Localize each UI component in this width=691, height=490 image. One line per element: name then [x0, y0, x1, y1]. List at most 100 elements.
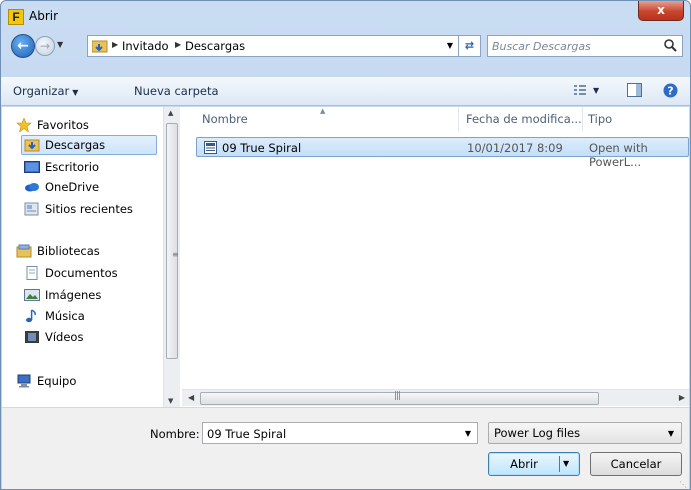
nav-label: Imágenes	[45, 288, 102, 302]
powerlog-file-icon	[204, 141, 217, 154]
open-file-dialog: F Abrir x ← → ▼ ▶ Invitado ▶ Descargas ▼…	[0, 0, 691, 490]
grip-icon: |||	[394, 391, 401, 401]
chevron-down-icon[interactable]: ▼	[465, 429, 471, 438]
navigation-pane[interactable]: Favoritos Descargas Escritorio OneDrive …	[2, 107, 180, 407]
music-icon	[26, 309, 36, 323]
nav-equipo[interactable]: Equipo	[16, 371, 76, 391]
split-separator	[559, 456, 560, 472]
scroll-up-icon[interactable]: ▲	[168, 109, 173, 117]
recent-pages-dropdown-icon[interactable]: ▼	[57, 40, 63, 49]
refresh-button[interactable]: ⇄	[459, 35, 481, 57]
nav-item-videos[interactable]: Vídeos	[24, 327, 83, 347]
file-date: 10/01/2017 8:09	[467, 141, 563, 155]
nav-label: Favoritos	[37, 118, 89, 132]
nav-label: OneDrive	[45, 180, 100, 194]
address-bar[interactable]: ▶ Invitado ▶ Descargas ▼	[87, 35, 459, 57]
open-button-label: Abrir	[510, 457, 538, 471]
nav-label: Bibliotecas	[37, 244, 100, 258]
star-icon	[16, 118, 32, 132]
column-header-type[interactable]: Tipo	[588, 112, 612, 126]
organize-label: Organizar	[13, 84, 70, 98]
pictures-icon	[24, 289, 40, 301]
breadcrumb-invitado[interactable]: Invitado	[122, 39, 169, 53]
file-name-input[interactable]	[207, 426, 447, 441]
sort-ascending-icon: ▲	[320, 107, 326, 115]
file-name-label: Nombre:	[150, 427, 200, 441]
nav-label: Descargas	[45, 138, 106, 152]
title-bar[interactable]: F Abrir x	[1, 1, 690, 31]
search-box[interactable]	[487, 35, 683, 57]
breadcrumb-separator-icon[interactable]: ▶	[175, 40, 181, 49]
window-title: Abrir	[29, 9, 59, 23]
breadcrumb-descargas[interactable]: Descargas	[185, 39, 245, 53]
column-header-date[interactable]: Fecha de modifica...	[466, 112, 582, 126]
search-icon[interactable]	[663, 38, 678, 53]
file-type-filter-value: Power Log files	[494, 426, 581, 440]
file-list[interactable]: ▲ Nombre Fecha de modifica... Tipo 09 Tr…	[182, 107, 689, 407]
scrollbar-thumb[interactable]: |||	[200, 391, 599, 405]
grip-icon: ≡	[172, 250, 179, 259]
command-bar: Organizar ▼ Nueva carpeta ▼ ?	[1, 76, 690, 106]
nav-item-onedrive[interactable]: OneDrive	[24, 177, 99, 197]
organize-menu-button[interactable]: Organizar ▼	[13, 84, 78, 98]
onedrive-icon	[25, 183, 39, 192]
downloads-folder-icon	[24, 139, 40, 152]
desktop-icon	[24, 161, 40, 173]
nav-label: Equipo	[37, 374, 77, 388]
nav-label: Música	[45, 309, 85, 323]
open-button[interactable]: Abrir ▼	[488, 452, 580, 476]
file-list-horizontal-scrollbar[interactable]: ◀ ||| ▶	[182, 389, 689, 406]
chevron-down-icon: ▼	[72, 88, 79, 97]
file-type-filter-select[interactable]: Power Log files ▼	[488, 422, 682, 444]
file-name: 09 True Spiral	[222, 141, 302, 155]
app-icon: F	[8, 9, 24, 25]
navigation-row: ← → ▼ ▶ Invitado ▶ Descargas ▼ ⇄	[1, 33, 690, 59]
view-dropdown-icon[interactable]: ▼	[593, 86, 599, 95]
view-options-icon[interactable]	[573, 83, 587, 97]
nav-favorites[interactable]: Favoritos	[16, 115, 89, 135]
nav-pane-scrollbar[interactable]: ▲ ≡ ▼	[163, 107, 180, 407]
documents-icon	[26, 266, 38, 280]
nav-label: Documentos	[45, 266, 118, 280]
help-icon[interactable]: ?	[663, 83, 678, 98]
file-row[interactable]: 09 True Spiral 10/01/2017 8:09 Open with…	[196, 137, 689, 169]
scroll-left-icon[interactable]: ◀	[188, 393, 194, 402]
nav-item-escritorio[interactable]: Escritorio	[24, 157, 99, 177]
chevron-down-icon: ▼	[667, 429, 674, 438]
recent-places-icon	[24, 202, 39, 216]
nav-label: Sitios recientes	[45, 202, 133, 216]
nav-item-imagenes[interactable]: Imágenes	[24, 285, 101, 305]
folder-icon	[92, 40, 108, 53]
cancel-button[interactable]: Cancelar	[590, 452, 682, 476]
nav-item-documentos[interactable]: Documentos	[24, 263, 118, 283]
libraries-icon	[16, 244, 32, 258]
forward-button[interactable]: →	[35, 36, 55, 56]
nav-bibliotecas[interactable]: Bibliotecas	[16, 241, 100, 261]
open-options-dropdown-icon[interactable]: ▼	[563, 453, 569, 475]
resize-grip-icon[interactable]: ⋱	[679, 480, 687, 489]
address-history-dropdown-icon[interactable]: ▼	[447, 41, 453, 50]
nav-item-musica[interactable]: Música	[24, 306, 85, 326]
column-header-name[interactable]: Nombre	[202, 112, 248, 126]
videos-icon	[25, 331, 39, 343]
nav-item-sitios-recientes[interactable]: Sitios recientes	[24, 199, 133, 219]
column-separator[interactable]	[582, 107, 583, 131]
bottom-panel: Nombre: ▼ Power Log files ▼ Abrir ▼ Canc…	[2, 407, 689, 489]
column-separator[interactable]	[458, 107, 459, 131]
main-area: Favoritos Descargas Escritorio OneDrive …	[2, 107, 689, 407]
new-folder-button[interactable]: Nueva carpeta	[134, 84, 219, 98]
scroll-right-icon[interactable]: ▶	[679, 393, 685, 402]
preview-pane-icon[interactable]	[627, 83, 642, 97]
computer-icon	[17, 374, 31, 388]
nav-label: Vídeos	[45, 330, 84, 344]
scrollbar-thumb[interactable]: ≡	[166, 123, 179, 359]
svg-text:?: ?	[667, 85, 673, 98]
back-button[interactable]: ←	[11, 34, 35, 58]
nav-item-descargas[interactable]: Descargas	[21, 135, 157, 155]
breadcrumb-separator-icon[interactable]: ▶	[112, 40, 118, 49]
file-name-combobox[interactable]: ▼	[202, 422, 478, 444]
nav-label: Escritorio	[45, 160, 100, 174]
scroll-down-icon[interactable]: ▼	[168, 397, 173, 405]
search-input[interactable]	[492, 38, 657, 54]
close-button[interactable]: x	[638, 1, 684, 21]
